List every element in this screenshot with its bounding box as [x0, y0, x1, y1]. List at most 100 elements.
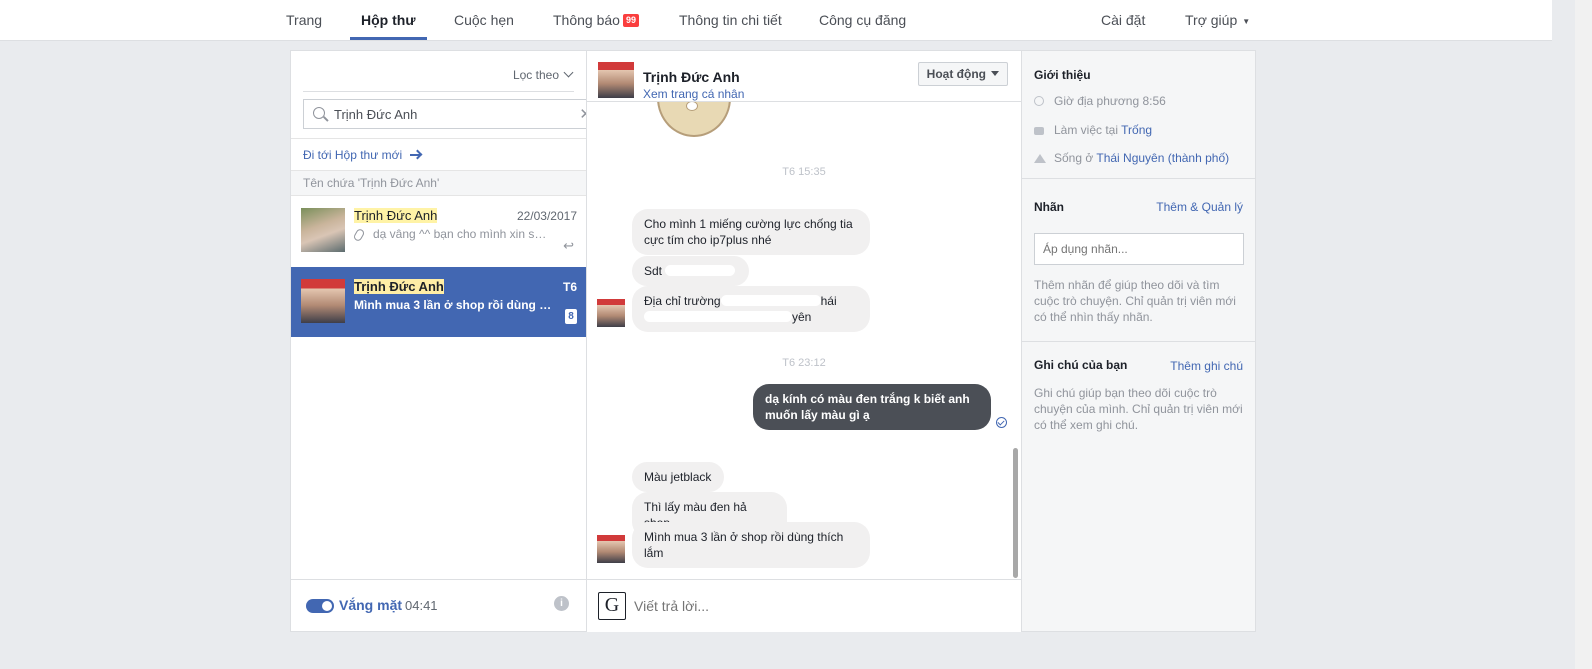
availability-footer: Vắng mặt 04:41 i	[291, 579, 587, 632]
message-text: Sdt	[644, 264, 663, 278]
unread-count-badge: 8	[565, 309, 577, 324]
page-scrollbar[interactable]	[1575, 0, 1592, 669]
nav-tab-publishing-tools[interactable]: Công cụ đăng	[819, 0, 906, 41]
caret-down-icon: ▼	[1242, 17, 1251, 26]
apply-label-input[interactable]	[1034, 233, 1244, 265]
location-link[interactable]: Thái Nguyên (thành phố)	[1096, 151, 1229, 165]
conversation-list-panel: Lọc theo ✕ Đi tới Hộp thư mới Tên chứa '…	[290, 50, 595, 632]
nav-tab-home[interactable]: Trang	[286, 0, 322, 41]
contact-name[interactable]: Trịnh Đức Anh	[643, 69, 740, 85]
local-time: Giờ địa phương 8:56	[1054, 94, 1166, 108]
thread-date: 22/03/2017	[516, 209, 577, 223]
redacted-text	[644, 311, 792, 322]
live-prefix: Sống ở	[1054, 151, 1097, 165]
message-text: Địa chỉ trường	[644, 294, 721, 308]
active-tab-indicator	[350, 37, 427, 40]
info-icon[interactable]: i	[554, 596, 569, 611]
nav-tab-appointments[interactable]: Cuộc hẹn	[454, 0, 514, 41]
redacted-text	[665, 265, 736, 276]
nav-tab-insights[interactable]: Thông tin chi tiết	[679, 0, 782, 41]
nav-settings[interactable]: Cài đặt	[1101, 0, 1145, 41]
filter-dropdown[interactable]: Lọc theo	[512, 67, 574, 82]
arrow-right-icon	[410, 150, 422, 160]
avatar	[301, 279, 345, 323]
chevron-down-icon	[563, 67, 574, 78]
message-timestamp: T6 23:12	[782, 357, 826, 369]
avatar	[301, 208, 345, 252]
grammarly-icon[interactable]: G	[598, 592, 626, 620]
incoming-message: Mình mua 3 lần ở shop rồi dùng thích lắm	[632, 522, 870, 568]
conversation-thread-selected[interactable]: Trịnh Đức Anh T6 Mình mua 3 lần ở shop r…	[291, 267, 587, 337]
divider	[1022, 341, 1255, 342]
away-label: Vắng mặt	[339, 597, 403, 613]
thread-snippet: dạ vâng ^^ bạn cho mình xin số điện thoạ…	[373, 227, 548, 241]
seen-check-icon	[996, 417, 1007, 428]
thread-date: T6	[562, 280, 577, 294]
labels-description: Thêm nhãn để giúp theo dõi và tìm cuộc t…	[1034, 278, 1236, 324]
notes-title: Ghi chú của bạn	[1034, 358, 1128, 372]
reply-arrow-icon: ↩	[563, 238, 574, 253]
reply-composer: G đ	[587, 579, 1236, 632]
thread-name: Trịnh Đức Anh	[354, 279, 444, 294]
top-navigation: Trang Hộp thư Cuộc hẹn Thông báo 99 Thông…	[0, 0, 1552, 41]
filter-label: Lọc theo	[512, 68, 559, 82]
sticker-image	[653, 97, 731, 137]
incoming-message: Địa chỉ trường hái yên	[632, 286, 870, 332]
chat-scrollbar[interactable]	[1013, 448, 1018, 578]
search-input[interactable]	[334, 100, 574, 128]
notification-count-badge: 99	[622, 14, 639, 27]
message-timestamp: T6 15:35	[782, 166, 826, 178]
divider	[291, 138, 586, 139]
chat-panel: Trịnh Đức Anh Xem trang cá nhân Hoạt độn…	[586, 50, 1236, 632]
conversation-thread[interactable]: Trịnh Đức Anh 22/03/2017 dạ vâng ^^ bạn …	[291, 196, 587, 266]
avatar[interactable]	[598, 62, 634, 98]
clock-icon	[1034, 96, 1044, 106]
nav-tab-notifications[interactable]: Thông báo 99	[553, 0, 639, 41]
work-row: Làm việc tại Trống	[1034, 123, 1152, 137]
work-prefix: Làm việc tại	[1054, 123, 1122, 137]
chat-header: Trịnh Đức Anh Xem trang cá nhân Hoạt độn…	[587, 51, 1021, 102]
search-icon	[313, 107, 325, 119]
redacted-text	[720, 295, 821, 306]
divider	[303, 91, 574, 92]
view-profile-link[interactable]: Xem trang cá nhân	[643, 87, 744, 101]
contact-info-panel: Giới thiệu Giờ địa phương 8:56 Làm việc …	[1021, 50, 1256, 632]
avatar	[597, 299, 625, 327]
work-place-link[interactable]: Trống	[1121, 123, 1152, 137]
notes-description: Ghi chú giúp bạn theo dõi cuộc trò chuyệ…	[1034, 386, 1243, 432]
away-time: 04:41	[405, 598, 438, 613]
manage-labels-link[interactable]: Thêm & Quản lý	[1156, 200, 1243, 214]
intro-title: Giới thiệu	[1034, 68, 1091, 82]
status-dropdown[interactable]: Hoạt động	[917, 62, 1008, 86]
incoming-message: Màu jetblack	[632, 462, 724, 492]
search-result-label: Tên chứa 'Trịnh Đức Anh'	[291, 170, 587, 196]
incoming-message: Sdt	[632, 256, 749, 286]
avatar	[597, 535, 625, 563]
labels-title: Nhãn	[1034, 200, 1064, 214]
goto-new-inbox-label: Đi tới Hộp thư mới	[303, 148, 403, 162]
outgoing-message: dạ kính có màu đen trắng k biết anh muốn…	[753, 384, 991, 430]
nav-help[interactable]: Trợ giúp ▼	[1185, 0, 1250, 41]
message-text: hái	[820, 294, 837, 308]
page-scroll-area	[1552, 0, 1592, 669]
paperclip-icon	[352, 227, 366, 243]
home-icon	[1034, 154, 1046, 163]
nav-help-label: Trợ giúp	[1185, 12, 1238, 28]
incoming-message: Cho mình 1 miếng cường lực chống tia cực…	[632, 209, 870, 255]
away-toggle[interactable]	[306, 599, 334, 613]
location-row: Sống ở Thái Nguyên (thành phố)	[1034, 151, 1229, 165]
local-time-row: Giờ địa phương 8:56	[1034, 94, 1166, 108]
status-label: Hoạt động	[926, 67, 986, 81]
nav-tab-inbox[interactable]: Hộp thư	[361, 0, 415, 41]
reply-input[interactable]	[634, 596, 884, 616]
add-note-link[interactable]: Thêm ghi chú	[1170, 359, 1243, 373]
message-text: yên	[792, 310, 812, 324]
briefcase-icon	[1034, 127, 1044, 135]
nav-tab-notifications-label: Thông báo	[553, 12, 620, 28]
search-box: ✕	[303, 99, 595, 129]
divider	[1022, 178, 1255, 179]
goto-new-inbox-link[interactable]: Đi tới Hộp thư mới	[303, 148, 422, 162]
thread-name: Trịnh Đức Anh	[354, 208, 438, 223]
thread-snippet: Mình mua 3 lần ở shop rồi dùng thích lắm	[354, 298, 554, 312]
caret-down-icon	[991, 71, 999, 76]
